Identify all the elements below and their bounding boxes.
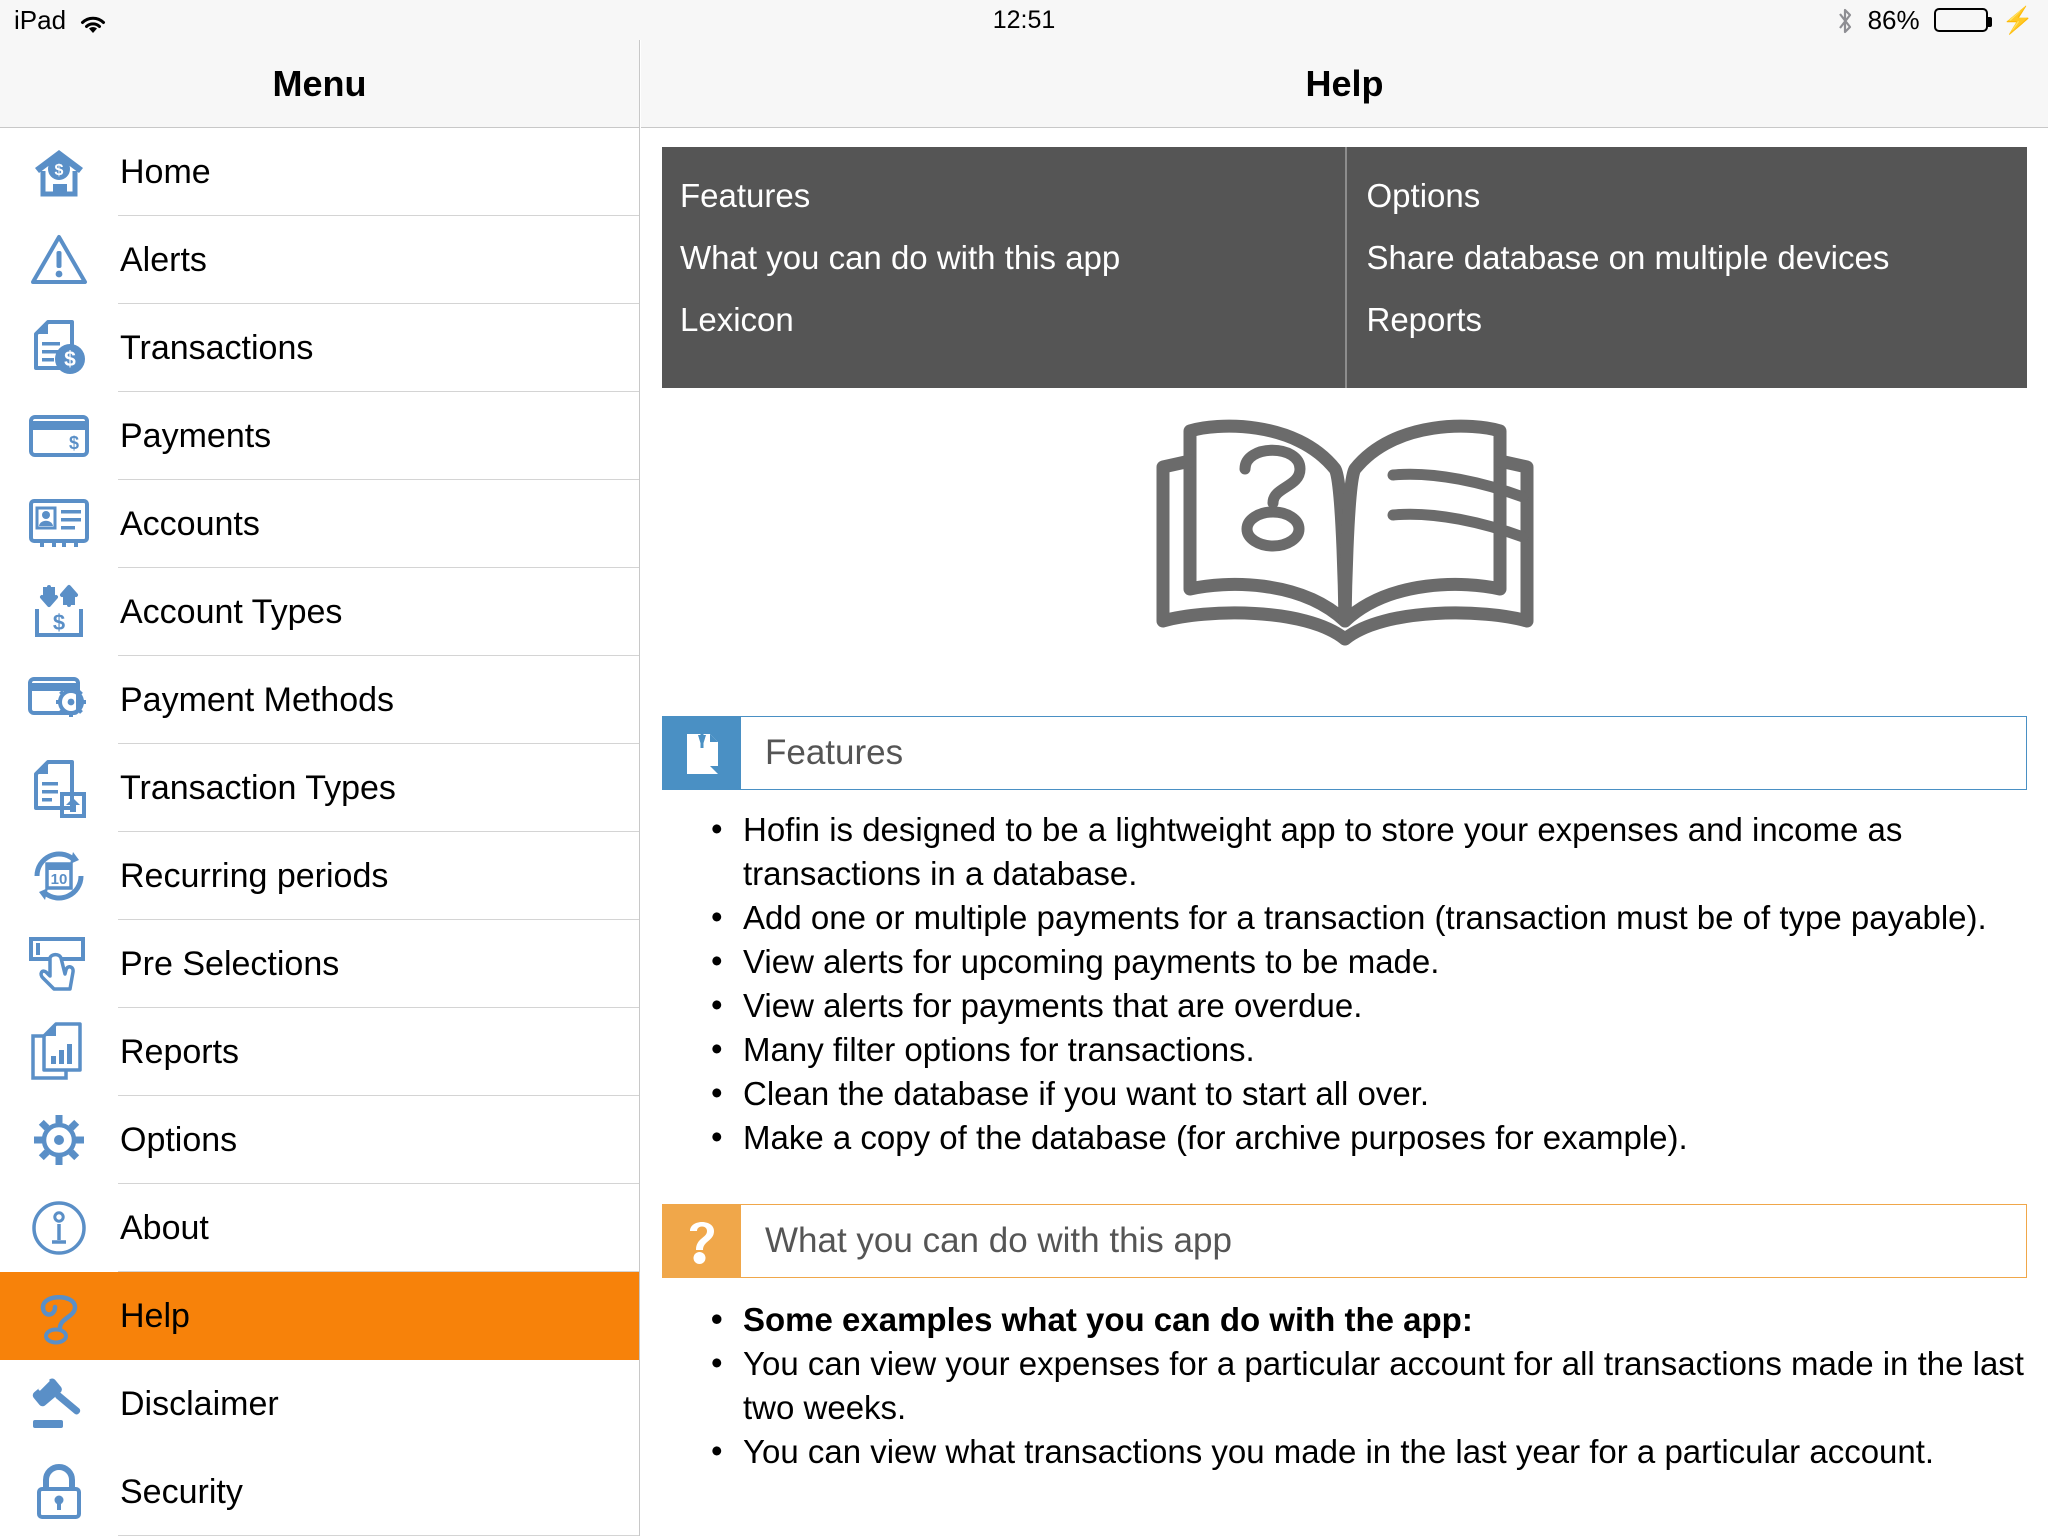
svg-text:$: $ [64, 348, 76, 371]
sidebar-item-disclaimer[interactable]: Disclaimer [0, 1360, 639, 1448]
sidebar-item-label: Help [120, 1296, 190, 1335]
sidebar-item-payments[interactable]: $ Payments [0, 392, 639, 480]
pinned-note-icon [663, 717, 741, 789]
padlock-icon [22, 1459, 96, 1525]
open-book-question-icon [641, 398, 2048, 648]
sidebar-item-label: Transactions [120, 328, 314, 367]
calendar-refresh-icon: 10 [22, 843, 96, 909]
document-chart-icon [22, 1019, 96, 1085]
features-bullet-list: Hofin is designed to be a lightweight ap… [699, 807, 2029, 1160]
sidebar-title: Menu [0, 40, 639, 128]
section-header-features[interactable]: Features [662, 716, 2027, 790]
sidebar-item-label: Pre Selections [120, 944, 340, 983]
gavel-icon [22, 1371, 96, 1437]
info-circle-icon [22, 1195, 96, 1261]
document-house-icon [22, 755, 96, 821]
lightning-bolt-icon: ⚡ [2001, 5, 2034, 35]
detail-pane: Help Features What you can do with this a… [641, 40, 2048, 1536]
warning-triangle-icon [22, 227, 96, 293]
section-header-what-you-can-do[interactable]: What you can do with this app [662, 1204, 2027, 1278]
bullet-item: Hofin is designed to be a lightweight ap… [699, 807, 2029, 896]
sidebar-item-payment-methods[interactable]: Payment Methods [0, 656, 639, 744]
sidebar-item-label: Transaction Types [120, 768, 396, 807]
quick-link-what-you-can-do-with-this-app[interactable]: What you can do with this app [680, 227, 1345, 289]
quick-links-column-left: Features What you can do with this app Lex… [662, 147, 1345, 388]
sidebar-item-pre-selections[interactable]: Pre Selections [0, 920, 639, 1008]
sidebar-menu-list: $ Home Alerts $ Transactions $ Payments Account… [0, 128, 639, 1536]
battery-icon [1933, 8, 1992, 32]
sidebar-item-alerts[interactable]: Alerts [0, 216, 639, 304]
sidebar-item-label: Reports [120, 1032, 240, 1071]
status-bar-right: 86% ⚡ [1836, 5, 2034, 36]
sidebar-item-label: Options [120, 1120, 238, 1159]
bullet-item: Some examples what you can do with the a… [699, 1297, 2029, 1342]
quick-link-options[interactable]: Options [1367, 165, 2028, 227]
status-bar: iPad 12:51 86% ⚡ [0, 0, 2048, 40]
sidebar-item-label: Alerts [120, 240, 207, 279]
bullet-item: Make a copy of the database (for archive… [699, 1115, 2029, 1160]
sidebar-item-transaction-types[interactable]: Transaction Types [0, 744, 639, 832]
arrows-inbox-dollar-icon: $ [22, 579, 96, 645]
sidebar-item-label: Payments [120, 416, 272, 455]
bullet-item: View alerts for upcoming payments to be … [699, 939, 2029, 984]
sidebar-item-label: Home [120, 152, 211, 191]
sidebar-item-options[interactable]: Options [0, 1096, 639, 1184]
sidebar-item-transactions[interactable]: $ Transactions [0, 304, 639, 392]
bullet-item: Clean the database if you want to start … [699, 1071, 2029, 1116]
detail-body: Features What you can do with this app Lex… [641, 128, 2048, 1536]
sidebar-item-account-types[interactable]: $ Account Types [0, 568, 639, 656]
bluetooth-icon [1836, 7, 1854, 34]
question-mark-icon [663, 1205, 741, 1277]
svg-text:$: $ [55, 162, 64, 179]
sidebar-item-security[interactable]: Security [0, 1448, 639, 1536]
battery-percent-label: 86% [1867, 4, 1920, 35]
sidebar-item-reports[interactable]: Reports [0, 1008, 639, 1096]
gear-icon [22, 1107, 96, 1173]
sidebar-item-about[interactable]: About [0, 1184, 639, 1272]
quick-link-lexicon[interactable]: Lexicon [680, 289, 1345, 351]
bullet-item: View alerts for payments that are overdu… [699, 983, 2029, 1028]
quick-links-column-right: Options Share database on multiple device… [1344, 147, 2028, 388]
quick-link-features[interactable]: Features [680, 165, 1345, 227]
credit-card-dollar-icon: $ [22, 403, 96, 469]
bullet-item: You can view what transactions you made … [699, 1429, 2029, 1474]
sidebar-item-label: Accounts [120, 504, 260, 543]
id-card-icon [22, 491, 96, 557]
credit-card-gear-icon [22, 667, 96, 733]
svg-text:10: 10 [51, 871, 68, 888]
section-title: Features [765, 733, 904, 772]
sidebar-item-home[interactable]: $ Home [0, 128, 639, 216]
hand-pointer-field-icon [22, 931, 96, 997]
bullet-item: You can view your expenses for a particu… [699, 1341, 2029, 1430]
sidebar-item-recurring-periods[interactable]: 10 Recurring periods [0, 832, 639, 920]
what-you-can-do-bullet-list: Some examples what you can do with the a… [699, 1297, 2029, 1474]
page-title: Help [641, 40, 2048, 128]
sidebar-item-label: About [120, 1208, 209, 1247]
sidebar: Menu $ Home Alerts $ Transactions $ Payments Ac… [0, 40, 640, 1536]
svg-text:$: $ [69, 433, 79, 453]
bullet-item: Add one or multiple payments for a trans… [699, 895, 2029, 940]
bullet-item: Many filter options for transactions. [699, 1027, 2029, 1072]
sidebar-item-help[interactable]: Help [0, 1272, 639, 1360]
svg-text:$: $ [53, 610, 65, 635]
quick-link-reports[interactable]: Reports [1367, 289, 2028, 351]
house-dollar-icon: $ [22, 139, 96, 205]
question-mark-icon [22, 1283, 96, 1349]
status-bar-clock: 12:51 [992, 5, 1056, 34]
sidebar-item-label: Disclaimer [120, 1384, 279, 1423]
sidebar-item-accounts[interactable]: Accounts [0, 480, 639, 568]
sidebar-item-label: Payment Methods [120, 680, 395, 719]
sidebar-item-label: Security [120, 1472, 243, 1511]
sidebar-item-label: Account Types [120, 592, 343, 631]
document-dollar-icon: $ [22, 315, 96, 381]
quick-links-panel: Features What you can do with this app Lex… [662, 147, 2027, 388]
quick-link-share-database-on-multiple-devices[interactable]: Share database on multiple devices [1367, 227, 2028, 289]
sidebar-item-label: Recurring periods [120, 856, 389, 895]
section-title: What you can do with this app [765, 1221, 1232, 1260]
